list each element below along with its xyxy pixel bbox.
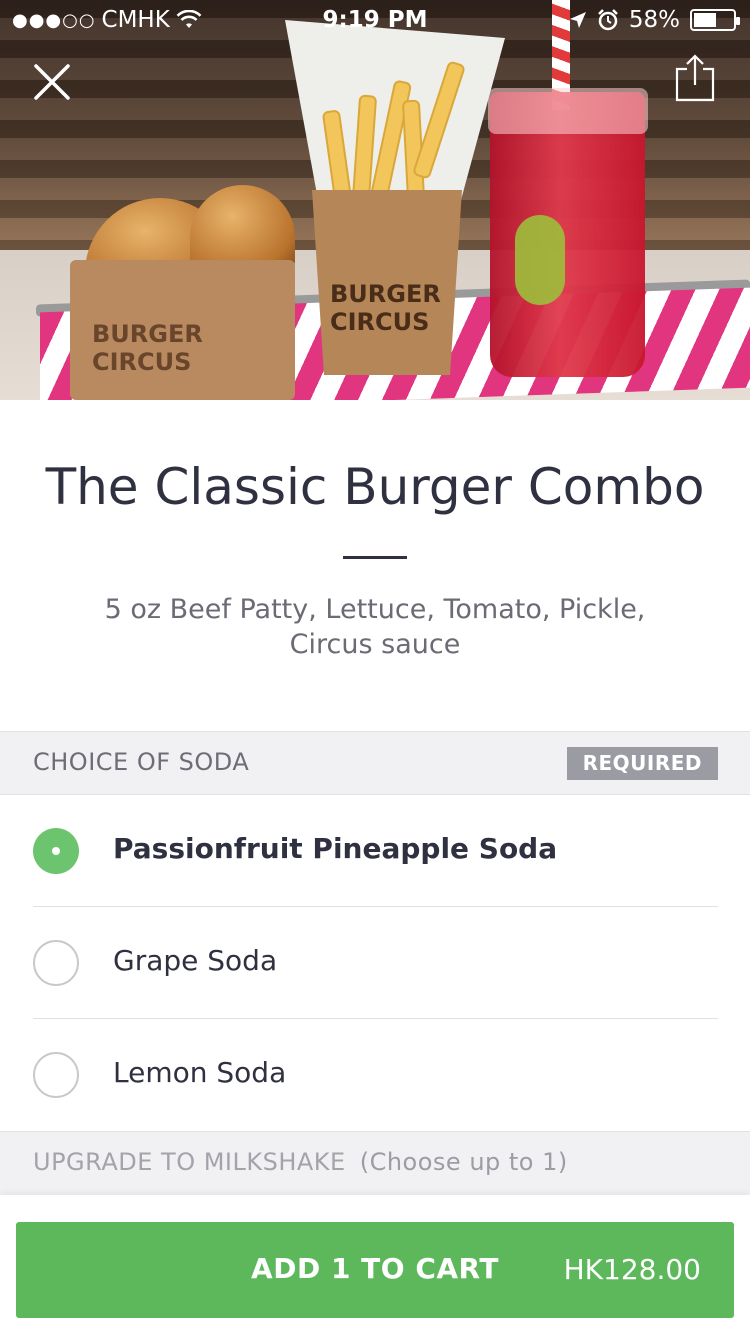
hero-soda-glass (490, 92, 645, 377)
milkshake-section-label: UPGRADE TO MILKSHAKE (Choose up to 1) (33, 1148, 568, 1176)
status-bar: ●●●○○ CMHK 9:19 PM 58% (0, 0, 750, 40)
item-title: The Classic Burger Combo (45, 458, 705, 516)
close-button[interactable] (28, 58, 76, 106)
milkshake-label-text: UPGRADE TO MILKSHAKE (33, 1148, 346, 1176)
soda-option[interactable]: Passionfruit Pineapple Soda (0, 795, 750, 907)
location-arrow-icon (569, 12, 586, 28)
soda-section-header: CHOICE OF SODA REQUIRED (0, 731, 750, 795)
soda-option[interactable]: Lemon Soda (0, 1019, 750, 1131)
title-divider (343, 556, 407, 559)
battery-percent: 58% (628, 7, 680, 33)
hero-cup-brand: BURGER CIRCUS (330, 280, 441, 336)
close-icon (34, 64, 70, 100)
battery-fill (694, 13, 717, 27)
radio-unselected-icon[interactable] (33, 1052, 79, 1098)
soda-option[interactable]: Grape Soda (0, 907, 750, 1019)
radio-selected-icon[interactable] (33, 828, 79, 874)
alarm-icon (597, 9, 618, 31)
milkshake-section-header: UPGRADE TO MILKSHAKE (Choose up to 1) (0, 1131, 750, 1195)
soda-option-label: Grape Soda (113, 944, 278, 977)
bottom-bar: ADD 1 TO CART HK128.00 (0, 1195, 750, 1334)
hero-image: BURGER CIRCUS BURGER CIRCUS (0, 0, 750, 400)
soda-option-label: Lemon Soda (113, 1056, 287, 1089)
share-icon (675, 54, 715, 102)
radio-unselected-icon[interactable] (33, 940, 79, 986)
hero-glass-ice (488, 88, 648, 134)
hero-burger-box: BURGER CIRCUS (70, 260, 295, 400)
cart-price: HK128.00 (563, 1253, 701, 1286)
item-description: 5 oz Beef Patty, Lettuce, Tomato, Pickle… (104, 594, 646, 660)
hero-box-brand: BURGER CIRCUS (92, 320, 203, 376)
share-button[interactable] (670, 52, 720, 106)
hero-fries-cup: BURGER CIRCUS (312, 190, 462, 375)
hero-lime (515, 215, 565, 305)
battery-icon (690, 9, 740, 31)
milkshake-hint: (Choose up to 1) (359, 1148, 568, 1176)
soda-section-label: CHOICE OF SODA (33, 748, 250, 776)
add-to-cart-button[interactable]: ADD 1 TO CART HK128.00 (16, 1222, 734, 1318)
required-badge: REQUIRED (566, 747, 718, 780)
soda-option-label: Passionfruit Pineapple Soda (113, 832, 558, 865)
status-right: 58% (569, 7, 740, 33)
